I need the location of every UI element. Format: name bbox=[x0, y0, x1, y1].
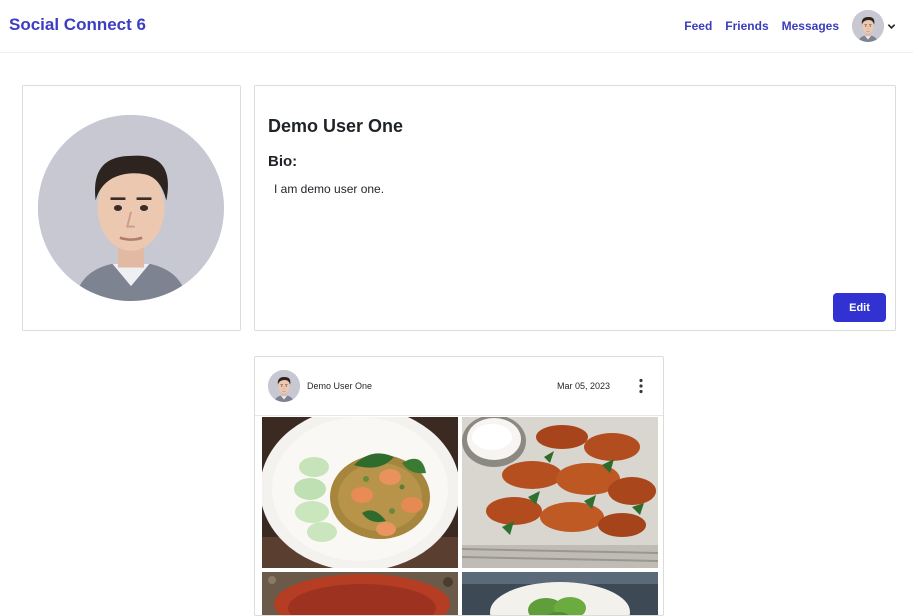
nav-links: Feed Friends Messages bbox=[684, 19, 839, 33]
top-navbar: Social Connect 6 Feed Friends Messages bbox=[0, 0, 913, 53]
post-author-name[interactable]: Demo User One bbox=[307, 381, 372, 391]
bio-heading: Bio: bbox=[268, 153, 298, 170]
post-header: Demo User One Mar 05, 2023 bbox=[255, 357, 663, 416]
nav-link-feed[interactable]: Feed bbox=[684, 19, 712, 33]
salad-plate-photo[interactable] bbox=[462, 572, 658, 615]
bio-text: I am demo user one. bbox=[274, 182, 385, 196]
brand-logo-link[interactable]: Social Connect 6 bbox=[9, 15, 146, 35]
profile-user-name: Demo User One bbox=[268, 116, 404, 136]
account-menu-toggle[interactable] bbox=[852, 10, 898, 42]
edit-profile-button[interactable]: Edit bbox=[833, 293, 886, 322]
profile-avatar-card bbox=[22, 85, 241, 331]
post-author-avatar[interactable] bbox=[268, 370, 300, 402]
chicken-wings-photo[interactable] bbox=[462, 417, 658, 568]
more-vertical-icon[interactable] bbox=[634, 377, 648, 395]
red-bowl-photo[interactable] bbox=[262, 572, 458, 615]
post-date: Mar 05, 2023 bbox=[557, 381, 611, 391]
post-card: Demo User One Mar 05, 2023 bbox=[254, 356, 664, 616]
profile-info-card: Demo User One Bio: I am demo user one. E… bbox=[254, 85, 896, 331]
chevron-down-icon[interactable] bbox=[887, 22, 896, 31]
nav-link-messages[interactable]: Messages bbox=[782, 19, 839, 33]
shrimp-rice-plate-photo[interactable] bbox=[262, 417, 458, 568]
nav-avatar[interactable] bbox=[852, 10, 884, 42]
profile-avatar bbox=[38, 115, 224, 301]
nav-link-friends[interactable]: Friends bbox=[725, 19, 768, 33]
